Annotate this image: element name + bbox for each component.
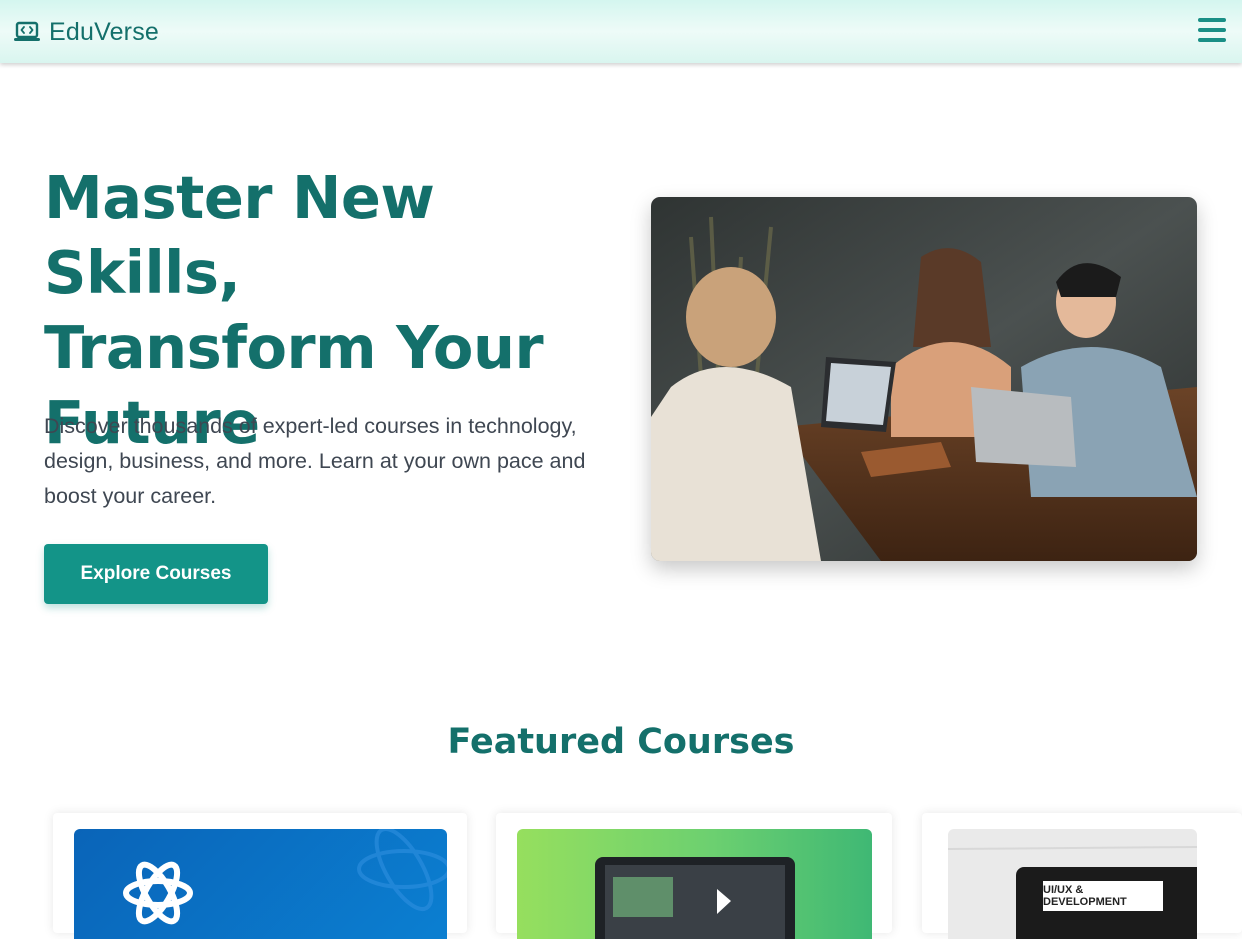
site-header: EduVerse	[0, 0, 1242, 63]
course-card[interactable]	[53, 813, 467, 939]
course-thumbnail	[74, 829, 447, 939]
course-card[interactable]	[496, 813, 892, 939]
hero-image	[651, 197, 1197, 561]
brand-logo-link[interactable]: EduVerse	[14, 17, 159, 47]
brand-name: EduVerse	[49, 17, 160, 46]
hero-subtitle: Discover thousands of expert-led courses…	[44, 414, 586, 508]
course-category-badge: UI/UX & DEVELOPMENT	[1043, 881, 1163, 911]
explore-courses-button[interactable]: Explore Courses	[44, 544, 268, 604]
course-thumbnail	[517, 829, 872, 939]
course-thumbnail: UI/UX & DEVELOPMENT	[948, 829, 1197, 939]
laptop-code-icon	[14, 21, 40, 41]
students-photo-illustration	[651, 197, 1197, 561]
hero-title-line2: Transform Your	[44, 313, 544, 382]
react-atom-icon	[123, 829, 447, 925]
hamburger-menu-icon[interactable]	[1198, 18, 1226, 44]
course-card[interactable]: UI/UX & DEVELOPMENT	[922, 813, 1242, 939]
hero-title-line1: Master New Skills,	[44, 163, 435, 307]
featured-courses-title: Featured Courses	[447, 722, 795, 762]
video-play-icon	[595, 857, 795, 939]
